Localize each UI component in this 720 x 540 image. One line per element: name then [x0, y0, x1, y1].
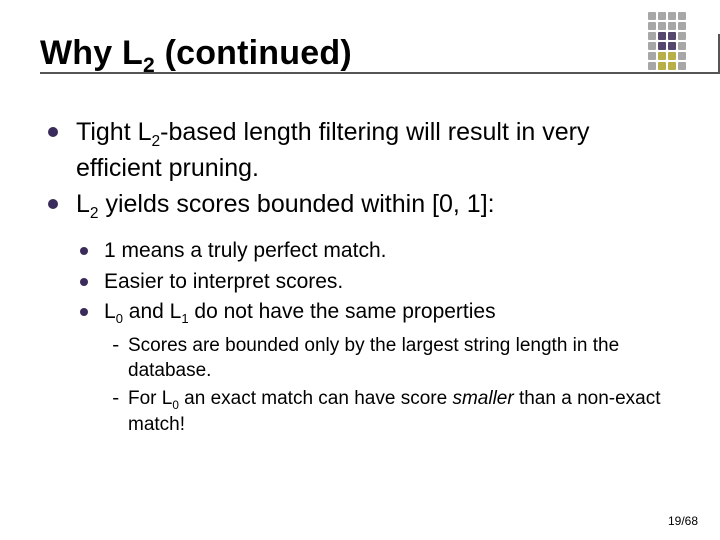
italic-text: smaller — [452, 388, 513, 409]
text: L — [76, 190, 90, 218]
bullet-1: Tight L2-based length filtering will res… — [44, 116, 680, 184]
text: Easier to interpret scores. — [104, 270, 343, 293]
title-area: Why L2 (continued) — [40, 34, 680, 88]
text: yields scores bounded within [0, 1]: — [99, 190, 495, 218]
deco-dot — [658, 12, 666, 20]
bullet-list-level2: 1 means a truly perfect match. Easier to… — [76, 237, 680, 437]
deco-dot — [648, 12, 656, 20]
deco-dot — [678, 22, 686, 30]
content-area: Tight L2-based length filtering will res… — [40, 116, 680, 438]
text: and L — [123, 300, 181, 323]
bullet-2-3-2: For L0 an exact match can have score sma… — [104, 387, 680, 438]
text: For L — [128, 388, 172, 409]
slide-title: Why L2 (continued) — [40, 34, 680, 78]
text: L — [104, 300, 116, 323]
subscript: 2 — [152, 133, 161, 150]
subscript: 2 — [90, 205, 99, 222]
bullet-2-1: 1 means a truly perfect match. — [76, 237, 680, 264]
bullet-list-level3: Scores are bounded only by the largest s… — [104, 334, 680, 437]
deco-dot — [648, 22, 656, 30]
bullet-list-level1: Tight L2-based length filtering will res… — [44, 116, 680, 438]
slide: Why L2 (continued) Tight L2-based length… — [0, 0, 720, 540]
page-number: 19/68 — [668, 514, 698, 528]
title-text-pre: Why L — [40, 34, 143, 72]
text: Scores are bounded only by the largest s… — [128, 335, 619, 381]
bullet-2-3: L0 and L1 do not have the same propertie… — [76, 298, 680, 437]
deco-dot — [658, 22, 666, 30]
deco-dot — [668, 22, 676, 30]
bullet-2-2: Easier to interpret scores. — [76, 268, 680, 295]
title-subscript: 2 — [143, 54, 155, 77]
bullet-2-3-1: Scores are bounded only by the largest s… — [104, 334, 680, 383]
text: do not have the same properties — [189, 300, 496, 323]
bullet-2: L2 yields scores bounded within [0, 1]: … — [44, 188, 680, 438]
subscript: 0 — [116, 311, 123, 326]
text: an exact match can have score — [179, 388, 453, 409]
text: 1 means a truly perfect match. — [104, 239, 386, 262]
text: Tight L — [76, 118, 152, 146]
deco-dot — [678, 12, 686, 20]
deco-dot — [668, 12, 676, 20]
subscript: 1 — [181, 311, 188, 326]
title-text-post: (continued) — [155, 34, 352, 72]
